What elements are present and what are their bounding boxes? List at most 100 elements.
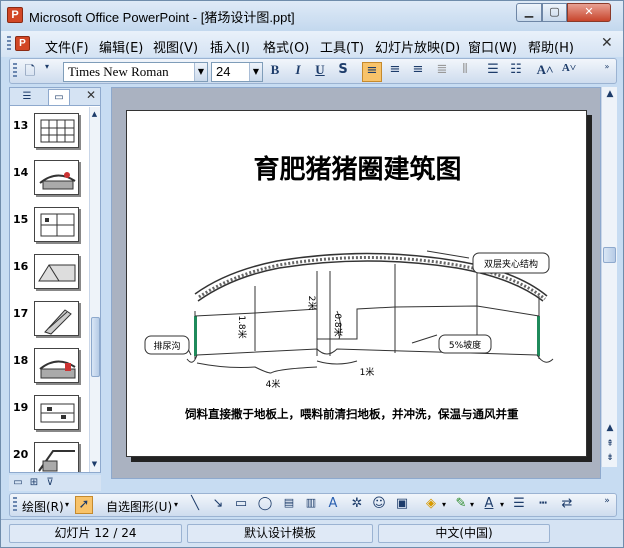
current-slide[interactable]: 育肥猪猪圈建筑图 双层夹心结构 5%坡度 排尿沟 1.8米 2米 0.8米 4米… <box>126 110 587 457</box>
slide-editing-area: 育肥猪猪圈建筑图 双层夹心结构 5%坡度 排尿沟 1.8米 2米 0.8米 4米… <box>111 87 601 479</box>
draw-menu[interactable]: 绘图(R) <box>22 498 64 515</box>
vertical-scroll-thumb[interactable] <box>603 247 616 263</box>
thumb-number: 15 <box>13 213 29 226</box>
menu-file[interactable]: 文件(F) <box>45 37 89 56</box>
textbox-icon[interactable]: ▤ <box>280 496 298 514</box>
vertical-textbox-icon[interactable]: ▥ <box>302 496 320 514</box>
drawbar-overflow-icon[interactable]: » <box>598 496 616 514</box>
outline-tab-icon[interactable]: ☰ <box>16 89 38 105</box>
menu-help[interactable]: 帮助(H) <box>528 37 574 56</box>
rectangle-icon[interactable]: ▭ <box>232 496 250 514</box>
justify-icon[interactable]: ≣ <box>432 62 452 82</box>
thumb-number: 20 <box>13 448 29 461</box>
italic-icon[interactable]: I <box>288 62 308 82</box>
slide-thumbnail[interactable] <box>34 442 79 472</box>
minimize-button[interactable]: ▁ <box>516 3 542 22</box>
increase-font-icon[interactable]: A˄ <box>535 62 555 82</box>
label-double-layer: 双层夹心结构 <box>484 258 538 270</box>
font-color-icon[interactable]: A <box>480 496 498 514</box>
diagram-icon[interactable]: ✲ <box>348 496 366 514</box>
previous-slide-icon[interactable]: ⇞ <box>603 437 617 451</box>
menu-grip-icon[interactable] <box>7 36 11 52</box>
menu-slideshow[interactable]: 幻灯片放映(D) <box>375 37 460 56</box>
arrow-icon[interactable]: ↘ <box>209 496 227 514</box>
align-right-icon[interactable]: ≡ <box>408 62 428 82</box>
font-name-select[interactable]: Times New Roman ▼ <box>63 62 208 82</box>
autoshapes-arrow-icon[interactable]: ▾ <box>174 500 178 509</box>
slide-sorter-view-icon[interactable]: ⊞ <box>27 476 41 490</box>
align-center-icon[interactable]: ≡ <box>385 62 405 82</box>
toolbar-options-icon[interactable]: ▾ <box>40 62 54 82</box>
underline-icon[interactable]: U <box>310 62 330 82</box>
slide-thumbnail[interactable] <box>34 113 79 148</box>
slides-tab-icon[interactable]: ▭ <box>48 89 70 105</box>
line-style-icon[interactable]: ☰ <box>510 496 528 514</box>
panel-scroll-thumb[interactable] <box>91 317 100 377</box>
menu-window[interactable]: 窗口(W) <box>468 37 517 56</box>
menu-tools[interactable]: 工具(T) <box>320 37 364 56</box>
close-window-button[interactable]: ✕ <box>567 3 611 22</box>
panel-scroll-down-icon[interactable]: ▼ <box>89 457 100 471</box>
document-icon[interactable]: P <box>15 36 30 51</box>
line-color-arrow-icon[interactable]: ▾ <box>470 500 474 509</box>
slide-thumbnail[interactable] <box>34 301 79 336</box>
scroll-up-icon[interactable]: ▲ <box>603 421 617 435</box>
font-color-arrow-icon[interactable]: ▾ <box>500 500 504 509</box>
maximize-button[interactable]: ▢ <box>542 3 567 22</box>
drawing-toolbar: 绘图(R) ▾ ➚ 自选图形(U) ▾ ╲ ↘ ▭ ◯ ▤ ▥ A ✲ ☺ ▣ … <box>9 493 617 517</box>
align-left-icon[interactable]: ≡ <box>362 62 382 82</box>
line-color-icon[interactable]: ✎ <box>452 496 470 514</box>
powerpoint-app-icon[interactable]: P <box>7 7 23 23</box>
menu-view[interactable]: 视图(V) <box>153 37 198 56</box>
slide-thumbnail[interactable] <box>34 348 79 383</box>
label-drain: 排尿沟 <box>153 340 180 352</box>
close-document-icon[interactable]: ✕ <box>601 35 613 51</box>
panel-scrollbar[interactable]: ▲ ▼ <box>89 107 100 472</box>
window-title: Microsoft Office PowerPoint - [猪场设计图.ppt… <box>29 10 295 25</box>
drawbar-grip-icon[interactable] <box>13 497 17 513</box>
next-slide-icon[interactable]: ⇟ <box>603 451 617 465</box>
slide-caption[interactable]: 饲料直接撒于地板上，喂料前清扫地板，并冲洗，保温与通风并重 <box>185 406 519 422</box>
slide-thumbnail[interactable] <box>34 160 79 195</box>
panel-scroll-up-icon[interactable]: ▲ <box>89 107 100 121</box>
arrow-style-icon[interactable]: ⇄ <box>558 496 576 514</box>
slide-thumbnail[interactable] <box>34 207 79 242</box>
formatting-toolbar: 🗋 ▾ Times New Roman ▼ 24 ▼ B I U S ≡ ≡ ≡… <box>9 58 617 84</box>
menu-insert[interactable]: 插入(I) <box>210 37 250 56</box>
menu-format[interactable]: 格式(O) <box>263 37 309 56</box>
wordart-icon[interactable]: A <box>324 496 342 514</box>
picture-icon[interactable]: ▣ <box>393 496 411 514</box>
vertical-scrollbar[interactable]: ▲ ▲ ⇞ ⇟ <box>601 87 617 467</box>
scroll-up-icon[interactable]: ▲ <box>603 87 617 101</box>
label-height-1-8m: 1.8米 <box>236 315 248 338</box>
slide-thumbnail[interactable] <box>34 395 79 430</box>
font-size-select[interactable]: 24 ▼ <box>211 62 263 82</box>
font-name-dropdown-icon[interactable]: ▼ <box>194 63 207 81</box>
slide-thumbnail[interactable] <box>34 254 79 289</box>
select-objects-icon[interactable]: ➚ <box>75 496 93 514</box>
bold-icon[interactable]: B <box>265 62 285 82</box>
new-document-icon[interactable]: 🗋 <box>20 62 40 82</box>
decrease-font-icon[interactable]: A˅ <box>559 62 579 82</box>
autoshapes-menu[interactable]: 自选图形(U) <box>106 498 172 515</box>
draw-menu-arrow-icon[interactable]: ▾ <box>65 500 69 509</box>
menu-edit[interactable]: 编辑(E) <box>99 37 143 56</box>
panel-close-icon[interactable]: ✕ <box>86 88 96 102</box>
fill-color-icon[interactable]: ◈ <box>422 496 440 514</box>
toolbar-grip-icon[interactable] <box>13 63 17 79</box>
oval-icon[interactable]: ◯ <box>256 496 274 514</box>
clipart-icon[interactable]: ☺ <box>370 496 388 514</box>
distribute-icon[interactable]: ⫴ <box>455 62 475 82</box>
horizontal-scroll-area <box>111 479 601 491</box>
line-icon[interactable]: ╲ <box>186 496 204 514</box>
fill-color-arrow-icon[interactable]: ▾ <box>442 500 446 509</box>
font-size-value: 24 <box>216 64 231 79</box>
slideshow-view-icon[interactable]: ⊽ <box>43 476 57 490</box>
bullets-icon[interactable]: ☷ <box>506 62 526 82</box>
toolbar-overflow-icon[interactable]: » <box>600 62 614 82</box>
shadow-icon[interactable]: S <box>333 62 353 82</box>
dash-style-icon[interactable]: ┅ <box>534 496 552 514</box>
numbering-icon[interactable]: ☰ <box>483 62 503 82</box>
font-size-dropdown-icon[interactable]: ▼ <box>249 63 262 81</box>
normal-view-icon[interactable]: ▭ <box>11 476 25 490</box>
